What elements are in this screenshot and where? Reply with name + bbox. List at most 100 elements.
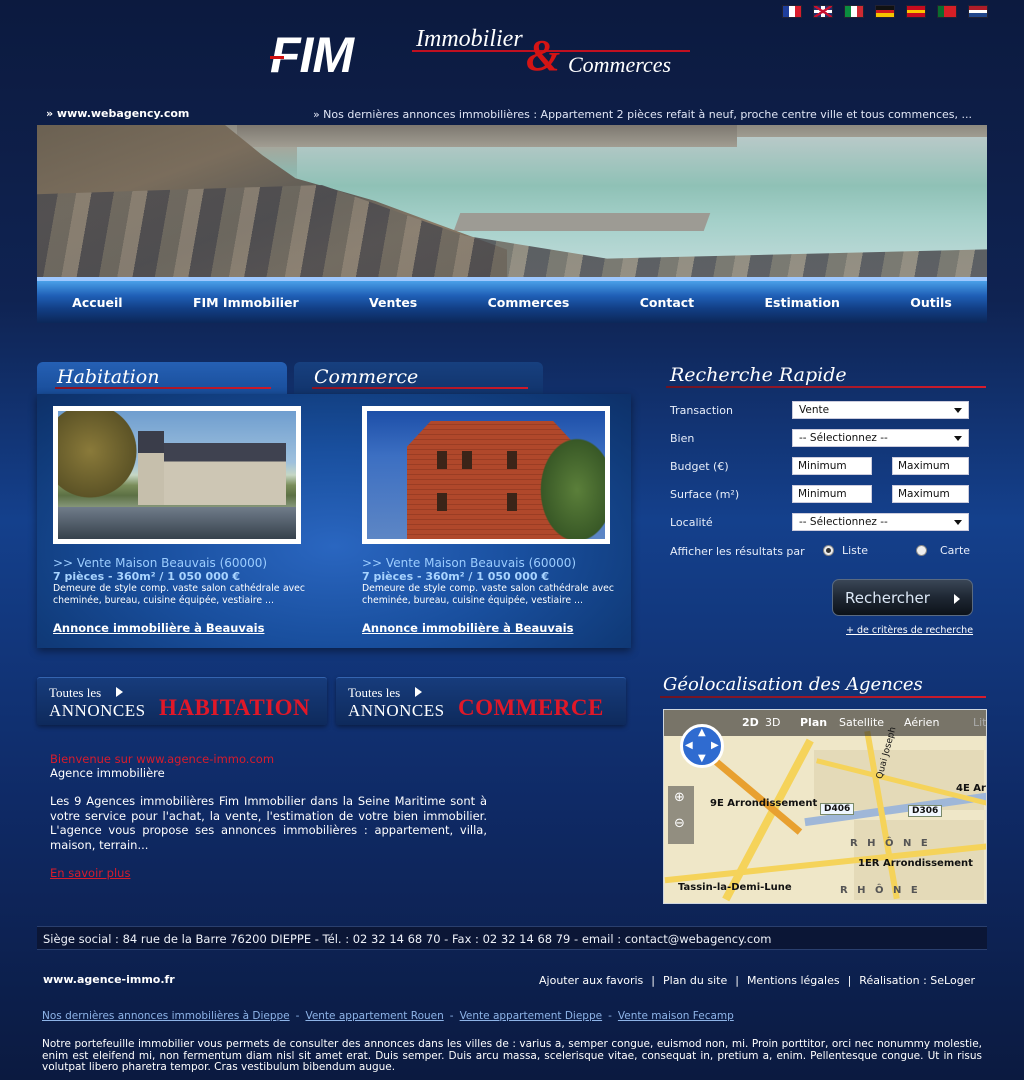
map-tab-aerien[interactable]: Aérien: [904, 716, 939, 729]
photo-window: [507, 493, 517, 511]
tab-habitation[interactable]: Habitation: [37, 362, 287, 396]
welcome-title: Bienvenue sur www.agence-immo.com: [50, 752, 275, 766]
bien-select[interactable]: -- Sélectionnez --: [792, 429, 969, 447]
map-tab-lit[interactable]: Lit: [973, 716, 986, 729]
annonce-line2: ANNONCES: [49, 701, 146, 720]
legal-notice-link[interactable]: Mentions légales: [747, 974, 840, 987]
geolocation-title: Géolocalisation des Agences: [663, 674, 923, 695]
flag-portugal-icon[interactable]: [937, 5, 957, 18]
banner-cliff: [237, 125, 737, 147]
map-label: 9E Arrondissement: [710, 798, 818, 809]
webagency-link[interactable]: » www.webagency.com: [46, 107, 189, 120]
seo-link[interactable]: Nos dernières annonces immobilières à Di…: [42, 1010, 290, 1022]
tab-underline: [55, 387, 271, 389]
transaction-select[interactable]: Vente: [792, 401, 969, 419]
logo-ampersand: &: [526, 31, 561, 80]
sitemap-link[interactable]: Plan du site: [663, 974, 727, 987]
nav-accueil[interactable]: Accueil: [64, 295, 130, 310]
listing-link[interactable]: Annonce immobilière à Beauvais: [53, 621, 305, 635]
all-commerce-listings-button[interactable]: Toutes les ANNONCES COMMERCE: [336, 677, 626, 725]
nav-fim-immobilier[interactable]: FIM Immobilier: [185, 295, 307, 310]
zoom-in-icon[interactable]: ⊕: [674, 790, 685, 805]
tab-underline: [312, 387, 528, 389]
flag-germany-icon[interactable]: [875, 5, 895, 18]
add-favorites-link[interactable]: Ajouter aux favoris: [539, 974, 643, 987]
surface-min-input[interactable]: Minimum: [792, 485, 872, 503]
listing-title[interactable]: >> Vente Maison Beauvais (60000): [53, 556, 305, 570]
map-tab-satellite[interactable]: Satellite: [839, 716, 884, 729]
photo-window: [462, 451, 472, 469]
pan-up-icon[interactable]: ▲: [698, 727, 706, 738]
news-ticker[interactable]: » Nos dernières annonces immobilières : …: [313, 108, 972, 121]
map-label: R H Ô N E: [840, 885, 921, 896]
map-tab-2d[interactable]: 2D: [742, 716, 759, 729]
footer-portfolio-text: Notre portefeuille immobilier vous perme…: [42, 1038, 982, 1073]
learn-more-link[interactable]: En savoir plus: [50, 866, 130, 880]
radio-carte[interactable]: [916, 545, 927, 556]
pan-left-icon[interactable]: ◀: [685, 740, 693, 751]
pan-down-icon[interactable]: ▼: [698, 753, 706, 764]
logo-fim-text: FIM: [270, 27, 354, 83]
map-road: [722, 738, 814, 902]
separator: |: [847, 974, 852, 987]
welcome-section: Bienvenue sur www.agence-immo.com Agence…: [50, 752, 487, 880]
bien-row: Bien -- Sélectionnez --: [670, 429, 970, 449]
nav-ventes[interactable]: Ventes: [361, 295, 425, 310]
nav-estimation[interactable]: Estimation: [756, 295, 847, 310]
budget-min-input[interactable]: Minimum: [792, 457, 872, 475]
localite-select[interactable]: -- Sélectionnez --: [792, 513, 969, 531]
photo-window: [437, 451, 447, 469]
separator: -: [295, 1010, 300, 1022]
map-pan-control[interactable]: ▲ ▼ ◀ ▶: [680, 724, 724, 768]
nav-commerces[interactable]: Commerces: [480, 295, 578, 310]
flag-uk-icon[interactable]: [813, 5, 833, 18]
transaction-label: Transaction: [670, 404, 733, 417]
search-button[interactable]: Rechercher: [832, 579, 973, 616]
footer-site-link[interactable]: www.agence-immo.fr: [43, 973, 175, 986]
seo-link[interactable]: Vente appartement Rouen: [305, 1010, 443, 1022]
listing-link[interactable]: Annonce immobilière à Beauvais: [362, 621, 614, 635]
photo-water: [58, 507, 296, 539]
zoom-out-icon[interactable]: ⊖: [674, 816, 685, 831]
localite-label: Localité: [670, 516, 713, 529]
flag-spain-icon[interactable]: [906, 5, 926, 18]
surface-label: Surface (m²): [670, 488, 740, 501]
display-mode-label: Afficher les résultats par: [670, 545, 805, 558]
welcome-body: Les 9 Agences immobilières Fim Immobilie…: [50, 794, 487, 852]
site-logo[interactable]: FIM Immobilier & Commerces: [270, 26, 700, 86]
listing-photo-castle[interactable]: [53, 406, 301, 544]
listing-card: >> Vente Maison Beauvais (60000) 7 pièce…: [53, 406, 305, 635]
flag-france-icon[interactable]: [782, 5, 802, 18]
pan-right-icon[interactable]: ▶: [711, 740, 719, 751]
map-tab-3d[interactable]: 3D: [765, 716, 780, 729]
separator: -: [449, 1010, 454, 1022]
listing-photo-brick[interactable]: [362, 406, 610, 544]
listing-details: 7 pièces - 360m² / 1 050 000 €: [53, 570, 240, 583]
surface-max-input[interactable]: Maximum: [892, 485, 969, 503]
header-banner-photo: [37, 125, 987, 277]
radio-liste[interactable]: [823, 545, 834, 556]
quick-search-title: Recherche Rapide: [670, 364, 847, 386]
logo-commerces-text: Commerces: [568, 52, 672, 77]
all-habitation-listings-button[interactable]: Toutes les ANNONCES HABITATION: [37, 677, 327, 725]
photo-window: [507, 451, 517, 469]
map-tab-plan[interactable]: Plan: [800, 716, 827, 729]
agency-map[interactable]: 2D 3D Plan Satellite Aérien Lit ▲ ▼ ◀ ▶ …: [663, 709, 987, 904]
language-flags: [782, 5, 988, 18]
map-label: R H Ô N E: [850, 838, 931, 849]
budget-max-input[interactable]: Maximum: [892, 457, 969, 475]
tab-commerce[interactable]: Commerce: [294, 362, 543, 396]
credits-link[interactable]: Réalisation : SeLoger: [859, 974, 975, 987]
more-criteria-link[interactable]: + de critères de recherche: [846, 625, 973, 636]
nav-contact[interactable]: Contact: [632, 295, 702, 310]
bien-label: Bien: [670, 432, 695, 445]
nav-outils[interactable]: Outils: [902, 295, 960, 310]
flag-italy-icon[interactable]: [844, 5, 864, 18]
listing-title[interactable]: >> Vente Maison Beauvais (60000): [362, 556, 614, 570]
photo-tower: [138, 431, 164, 505]
seo-link[interactable]: Vente appartement Dieppe: [460, 1010, 603, 1022]
flag-netherlands-icon[interactable]: [968, 5, 988, 18]
listing-details: 7 pièces - 360m² / 1 050 000 €: [362, 570, 549, 583]
seo-link[interactable]: Vente maison Fecamp: [618, 1010, 734, 1022]
localite-row: Localité -- Sélectionnez --: [670, 513, 970, 533]
